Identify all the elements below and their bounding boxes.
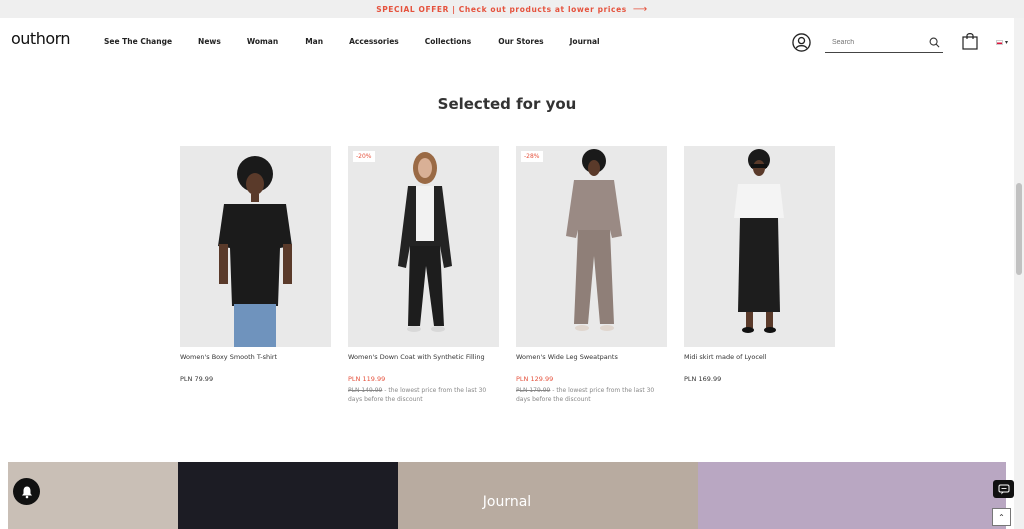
nav-item-our-stores[interactable]: Our Stores (498, 37, 543, 46)
section-title: Selected for you (437, 95, 577, 113)
old-price: PLN 179.99 (516, 387, 551, 394)
product-image[interactable] (180, 146, 331, 347)
product-image[interactable]: -20% (348, 146, 499, 347)
product-price: PLN 119.99 (348, 375, 386, 383)
product-name[interactable]: Women's Boxy Smooth T-shirt (180, 353, 332, 361)
bell-icon (21, 486, 32, 498)
product-name[interactable]: Women's Wide Leg Sweatpants (516, 353, 668, 361)
nav-item-man[interactable]: Man (305, 37, 323, 46)
product-price: PLN 169.99 (684, 375, 722, 383)
model-photo (218, 156, 292, 347)
chevron-down-icon: ▾ (1005, 40, 1009, 46)
journal-banner[interactable]: Journal (8, 462, 1006, 529)
product-image[interactable] (684, 146, 835, 347)
search-field[interactable] (825, 31, 943, 53)
nav-item-accessories[interactable]: Accessories (349, 37, 399, 46)
product-card[interactable]: -20% Women's Down Coat with Synthetic Fi… (348, 146, 500, 404)
promo-text: SPECIAL OFFER | Check out products at lo… (376, 4, 627, 14)
notification-bell-button[interactable] (13, 478, 40, 505)
nav-item-journal[interactable]: Journal (570, 37, 600, 46)
journal-title[interactable]: Journal (8, 494, 1006, 510)
chat-button[interactable] (993, 480, 1014, 498)
discount-badge: -20% (353, 151, 375, 162)
scroll-to-top-button[interactable]: ⌃ (992, 508, 1011, 526)
model-photo (734, 149, 784, 333)
product-price: PLN 129.99 (516, 375, 554, 383)
nav-item-woman[interactable]: Woman (247, 37, 278, 46)
language-selector[interactable]: ▾ (996, 39, 1008, 46)
old-price: PLN 149.99 (348, 387, 383, 394)
chat-icon (998, 484, 1009, 494)
site-header: outhorn See The Change News Woman Man Ac… (0, 18, 1014, 64)
product-name[interactable]: Midi skirt made of Lyocell (684, 353, 836, 361)
promo-banner[interactable]: SPECIAL OFFER | Check out products at lo… (0, 0, 1024, 18)
product-image[interactable]: -28% (516, 146, 667, 347)
price-history-note: PLN 179.99 - the lowest price from the l… (516, 386, 666, 404)
search-icon[interactable] (929, 37, 940, 48)
model-photo (566, 149, 622, 331)
scrollbar[interactable] (1014, 18, 1024, 529)
product-name[interactable]: Women's Down Coat with Synthetic Filling (348, 353, 500, 361)
bag-icon[interactable] (962, 32, 978, 50)
product-price: PLN 79.99 (180, 375, 214, 383)
product-card[interactable]: Midi skirt made of Lyocell PLN 169.99 (684, 146, 836, 383)
search-input[interactable] (825, 32, 925, 53)
product-card[interactable]: -28% Women's Wide Leg Sweatpants PLN 129… (516, 146, 668, 404)
model-photo (398, 152, 452, 332)
nav-item-collections[interactable]: Collections (425, 37, 471, 46)
nav-item-see-the-change[interactable]: See The Change (104, 37, 172, 46)
nav-item-news[interactable]: News (198, 37, 221, 46)
scrollbar-thumb[interactable] (1016, 183, 1022, 275)
price-history-note: PLN 149.99 - the lowest price from the l… (348, 386, 498, 404)
main-nav: See The Change News Woman Man Accessorie… (104, 37, 600, 46)
logo[interactable]: outhorn (11, 29, 71, 48)
user-icon[interactable] (792, 33, 811, 52)
arrow-right-icon: ⟶ (632, 3, 648, 15)
discount-badge: -28% (521, 151, 543, 162)
product-card[interactable]: Women's Boxy Smooth T-shirt PLN 79.99 (180, 146, 332, 383)
flag-pl-icon (996, 40, 1003, 45)
